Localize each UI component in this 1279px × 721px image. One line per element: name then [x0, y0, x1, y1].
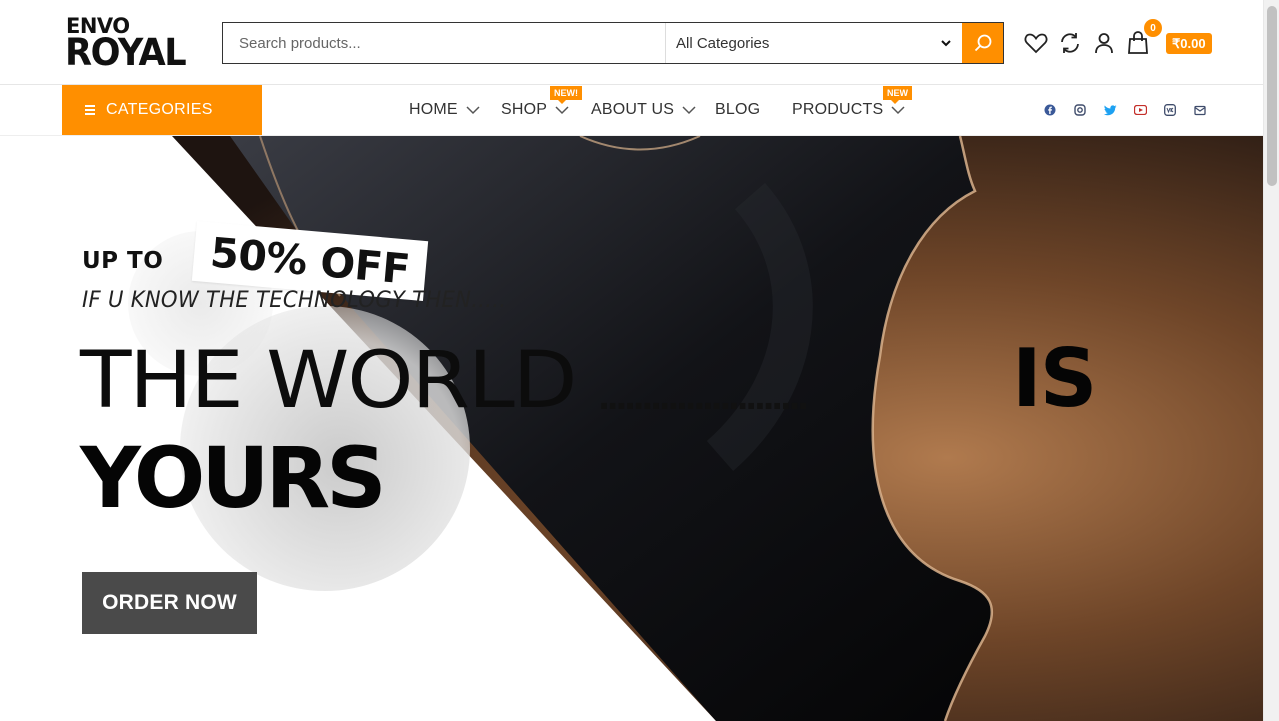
search-input[interactable]	[223, 23, 666, 63]
twitter-link[interactable]	[1103, 103, 1117, 117]
hero-up-to: UP TO	[82, 248, 164, 274]
cart-count-badge: 0	[1144, 19, 1162, 37]
youtube-link[interactable]	[1133, 103, 1147, 117]
nav-item-home[interactable]: HOME	[409, 85, 480, 135]
user-icon	[1095, 33, 1113, 54]
compare-icon	[1061, 33, 1079, 53]
discount-text: 50% OFF	[208, 228, 412, 294]
email-icon	[1194, 105, 1206, 116]
bag-icon	[1128, 31, 1148, 54]
nav-item-label: ABOUT US	[591, 101, 675, 118]
chevron-down-icon	[941, 40, 951, 47]
nav-item-about-us[interactable]: ABOUT US	[591, 85, 696, 135]
nav-item-blog[interactable]: BLOG	[715, 85, 760, 135]
youtube-icon	[1133, 105, 1147, 115]
new-badge: NEW!	[550, 86, 582, 104]
vk-icon	[1164, 104, 1176, 116]
chevron-down-icon	[466, 106, 480, 115]
logo-line2: ROYAL	[65, 31, 187, 74]
scrollbar-thumb[interactable]	[1267, 6, 1277, 186]
facebook-icon	[1044, 104, 1056, 116]
categories-button[interactable]: CATEGORIES	[62, 85, 262, 135]
facebook-link[interactable]	[1043, 103, 1057, 117]
nav-item-label: HOME	[409, 101, 458, 118]
wishlist-button[interactable]	[1023, 30, 1049, 56]
account-button[interactable]	[1091, 30, 1117, 56]
nav-item-label: PRODUCTS	[792, 101, 884, 118]
search-bar: All Categories	[222, 22, 1004, 64]
page-scrollbar[interactable]	[1263, 0, 1279, 721]
search-icon	[974, 34, 991, 52]
site-logo[interactable]: ENVO ROYAL	[65, 16, 205, 74]
hero-headline-part3: YOURS	[80, 429, 387, 527]
search-button[interactable]	[962, 23, 1003, 63]
site-header: ENVO ROYAL All Categories 0 ₹0.00	[0, 0, 1263, 85]
hero-banner: UP TO 50% OFF IF U KNOW THE TECHNOLOGY T…	[0, 136, 1263, 721]
chevron-down-icon	[555, 106, 569, 115]
main-nav: CATEGORIES HOME SHOP NEW! ABOUT US BLOG …	[0, 85, 1263, 136]
categories-label: CATEGORIES	[106, 101, 213, 118]
hero-headline-dots: ........................	[598, 379, 809, 417]
instagram-link[interactable]	[1073, 103, 1087, 117]
chevron-down-icon	[891, 106, 905, 115]
vk-link[interactable]	[1163, 103, 1177, 117]
twitter-icon	[1103, 104, 1116, 115]
hero-headline-part2: IS	[1012, 332, 1097, 425]
hero-headline-part1: THE WORLD	[80, 336, 577, 426]
nav-item-label: SHOP	[501, 101, 548, 118]
chevron-down-icon	[682, 106, 696, 115]
category-select[interactable]: All Categories	[666, 23, 962, 63]
hero-tagline: IF U KNOW THE TECHNOLOGY THEN.....	[82, 288, 507, 313]
category-select-value: All Categories	[676, 34, 770, 52]
new-badge: NEW	[883, 86, 912, 104]
email-link[interactable]	[1193, 103, 1207, 117]
instagram-icon	[1074, 104, 1086, 116]
nav-item-label: BLOG	[715, 101, 761, 118]
heart-icon	[1024, 33, 1048, 54]
cart-total[interactable]: ₹0.00	[1166, 33, 1212, 54]
compare-button[interactable]	[1057, 30, 1083, 56]
menu-list-icon	[85, 105, 95, 115]
order-now-button[interactable]: ORDER NOW	[82, 572, 257, 634]
